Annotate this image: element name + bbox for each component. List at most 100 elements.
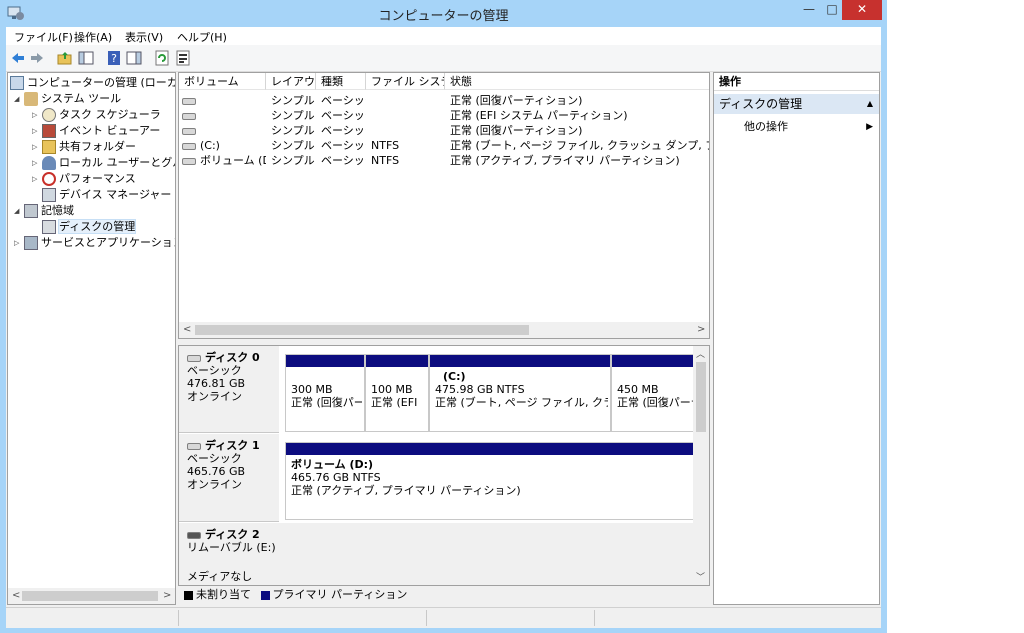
menu-help[interactable]: ヘルプ(H) [177, 29, 227, 45]
expand-icon[interactable]: ▷ [32, 171, 42, 187]
tree-item-system-tools[interactable]: ◢ システム ツール [14, 91, 121, 107]
minimize-button[interactable]: — [796, 0, 822, 20]
legend-primary: プライマリ パーティション [272, 588, 408, 601]
tree-item-services-apps[interactable]: ▷ サービスとアプリケーション [14, 235, 175, 251]
cell-filesystem [371, 123, 445, 138]
expand-icon[interactable]: ▷ [14, 235, 24, 251]
scroll-right-icon[interactable]: > [697, 322, 705, 338]
tree-item-disk-management[interactable]: ディスクの管理 [42, 219, 137, 235]
disk-0-label[interactable]: ディスク 0 ベーシック 476.81 GB オンライン [179, 346, 279, 433]
partition-disk1-d[interactable]: ボリューム (D:) 465.76 GB NTFS 正常 (アクティブ, プライマリ… [285, 442, 697, 520]
tree-item-root[interactable]: コンピューターの管理 (ローカル) [10, 75, 175, 91]
title-bar[interactable]: コンピューターの管理 — □ ✕ [0, 0, 887, 28]
scroll-thumb[interactable] [696, 362, 706, 432]
column-header-status[interactable]: 状態 [445, 73, 709, 90]
drive-icon [182, 142, 196, 150]
show-hide-action-pane-icon[interactable] [126, 50, 142, 66]
scroll-thumb[interactable] [195, 325, 529, 335]
cell-layout: シンプル [271, 139, 315, 152]
drive-icon [182, 97, 196, 105]
expand-icon[interactable]: ▷ [32, 123, 42, 139]
menu-action[interactable]: 操作(A) [74, 29, 112, 45]
disk-2-empty-area [279, 523, 695, 585]
tree-item-event-viewer[interactable]: ▷ イベント ビューアー [32, 123, 160, 139]
tree-item-local-users[interactable]: ▷ローカル ユーザーとグループ [32, 155, 175, 171]
show-hide-tree-icon[interactable] [78, 50, 94, 66]
drive-icon [182, 157, 196, 165]
refresh-icon[interactable] [154, 50, 170, 66]
actions-pane: 操作 ディスクの管理 ▲ 他の操作 ▶ [713, 72, 880, 605]
column-header-layout[interactable]: レイアウト [266, 73, 316, 90]
collapse-icon[interactable]: ◢ [14, 91, 24, 107]
disk-name: ディスク 2 [205, 528, 260, 541]
partition-disk0-recovery-2[interactable]: 450 MB 正常 (回復パーテ [611, 354, 697, 432]
scroll-left-icon[interactable]: < [12, 588, 20, 604]
drive-icon [182, 112, 196, 120]
menu-view[interactable]: 表示(V) [125, 29, 163, 45]
shared-folder-icon [42, 140, 56, 154]
tree-horizontal-scrollbar[interactable]: < > [8, 588, 175, 604]
column-header-volume[interactable]: ボリューム [179, 73, 266, 90]
disk-2-label[interactable]: ディスク 2 リムーバブル (E:) メディアなし [179, 523, 279, 585]
scroll-up-icon[interactable]: ︿ [696, 347, 705, 360]
tree-item-performance[interactable]: ▷ パフォーマンス [32, 171, 136, 187]
table-row[interactable] [182, 123, 266, 138]
client-area: ファイル(F) 操作(A) 表示(V) ヘルプ(H) ? コンピューターの管理 … [6, 27, 881, 628]
disk-state: オンライン [187, 478, 242, 491]
cell-type: ベーシック [321, 124, 366, 137]
partition-bar [286, 355, 364, 367]
partition-bar [366, 355, 428, 367]
actions-section-disk-management[interactable]: ディスクの管理 ▲ [714, 94, 879, 114]
column-header-type[interactable]: 種類 [316, 73, 366, 90]
disk-1-label[interactable]: ディスク 1 ベーシック 465.76 GB オンライン [179, 434, 279, 522]
scroll-left-icon[interactable]: < [183, 322, 191, 338]
tree-item-device-manager[interactable]: デバイス マネージャー [42, 187, 171, 203]
cell-type: ベーシック [321, 139, 366, 152]
table-row[interactable] [182, 108, 266, 123]
expand-icon[interactable]: ▷ [32, 139, 42, 155]
forward-icon[interactable] [29, 50, 45, 66]
table-row[interactable] [182, 93, 266, 108]
disk-view-vertical-scrollbar[interactable]: ︿ ﹀ [693, 346, 709, 585]
cell-type: ベーシック [321, 109, 366, 122]
partition-disk0-efi[interactable]: 100 MB 正常 (EFI [365, 354, 429, 432]
disk-icon [187, 354, 201, 362]
cell-status: 正常 (アクティブ, プライマリ パーティション) [450, 154, 680, 167]
collapse-up-icon[interactable]: ▲ [867, 94, 873, 114]
cell-layout: シンプル [271, 154, 315, 167]
menu-file[interactable]: ファイル(F) [14, 29, 73, 45]
partition-disk0-recovery-1[interactable]: 300 MB 正常 (回復パー [285, 354, 365, 432]
submenu-arrow-icon: ▶ [866, 122, 873, 132]
partition-bar [612, 355, 696, 367]
collapse-icon[interactable]: ◢ [14, 203, 24, 219]
table-row[interactable]: ボリューム (D:) [182, 153, 266, 168]
maximize-button[interactable]: □ [822, 0, 842, 20]
partition-disk0-c[interactable]: (C:)475.98 GB NTFS正常 (ブート, ページ ファイル, クラッ… [429, 354, 611, 432]
properties-icon[interactable] [175, 50, 191, 66]
expand-icon[interactable]: ▷ [32, 107, 42, 123]
tree-item-shared-folders[interactable]: ▷ 共有フォルダー [32, 139, 136, 155]
scroll-down-icon[interactable]: ﹀ [696, 570, 705, 583]
status-bar [6, 607, 881, 628]
close-button[interactable]: ✕ [842, 0, 882, 20]
scroll-thumb[interactable] [22, 591, 158, 601]
legend-unallocated: 未割り当て [196, 588, 251, 601]
performance-icon [42, 172, 56, 186]
expand-icon[interactable]: ▷ [32, 155, 42, 171]
tree-item-task-scheduler[interactable]: ▷ タスク スケジューラ [32, 107, 161, 123]
tree-item-storage[interactable]: ◢ 記憶域 [14, 203, 74, 219]
actions-header: 操作 [714, 73, 879, 91]
scroll-right-icon[interactable]: > [163, 588, 171, 604]
navigation-tree: コンピューターの管理 (ローカル) ◢システム ツール ▷タスク スケジューラ … [7, 72, 176, 605]
cell-type: ベーシック [321, 94, 366, 107]
disk-graphical-view: ディスク 0 ベーシック 476.81 GB オンライン 300 MB 正常 (回… [178, 345, 710, 586]
partition-bar [430, 355, 610, 367]
volume-list-horizontal-scrollbar[interactable]: < > [179, 322, 709, 338]
back-icon[interactable] [10, 50, 26, 66]
disk-size: 476.81 GB [187, 377, 246, 390]
table-row[interactable]: (C:) [182, 138, 266, 153]
up-folder-icon[interactable] [57, 50, 73, 66]
other-actions-item[interactable]: 他の操作 ▶ [744, 119, 879, 135]
column-header-filesystem[interactable]: ファイル システム [366, 73, 445, 90]
help-icon[interactable]: ? [106, 50, 122, 66]
